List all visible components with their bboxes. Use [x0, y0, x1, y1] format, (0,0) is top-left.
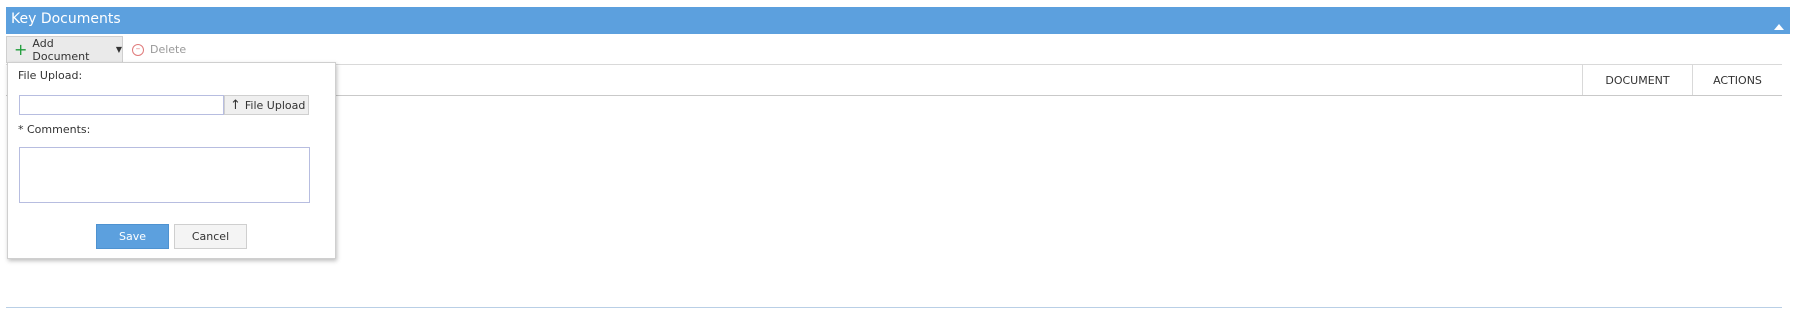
- plus-icon: +: [14, 39, 28, 59]
- add-document-popup: File Upload: ↑ File Upload * Comments: S…: [7, 62, 336, 259]
- minus-circle-icon: –: [132, 43, 144, 56]
- comments-label: * Comments:: [18, 123, 91, 136]
- comments-field[interactable]: [19, 147, 310, 203]
- file-upload-label: File Upload:: [18, 69, 83, 82]
- file-upload-input[interactable]: [19, 95, 224, 115]
- column-header-actions[interactable]: ACTIONS: [1692, 65, 1782, 95]
- add-document-button[interactable]: + Add Document ▼: [6, 36, 123, 63]
- arrow-up-icon: ↑: [230, 97, 241, 113]
- file-upload-button[interactable]: ↑ File Upload: [224, 95, 309, 115]
- column-header-document[interactable]: DOCUMENT: [1582, 65, 1692, 95]
- cancel-button[interactable]: Cancel: [174, 224, 247, 249]
- panel-title: Key Documents: [11, 11, 121, 27]
- delete-label: Delete: [150, 43, 187, 56]
- file-upload-button-label: File Upload: [244, 98, 306, 112]
- caret-down-icon: ▼: [115, 45, 122, 54]
- chevron-up-icon[interactable]: [1774, 15, 1784, 34]
- panel-header: Key Documents: [6, 7, 1790, 34]
- save-button[interactable]: Save: [96, 224, 169, 249]
- panel-bottom-border: [6, 307, 1782, 308]
- add-document-label: Add Document: [32, 36, 90, 63]
- delete-button[interactable]: – Delete: [132, 36, 186, 63]
